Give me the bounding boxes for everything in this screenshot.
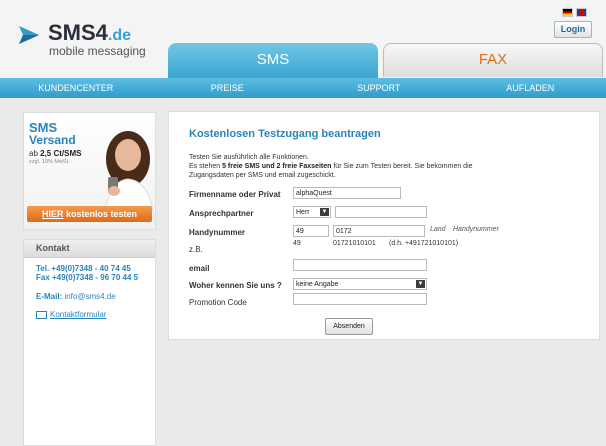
contact-form-link[interactable]: Kontaktformular xyxy=(36,310,106,319)
land-hint: Land xyxy=(430,226,446,233)
sms4-logo-icon xyxy=(17,23,41,47)
example-full: (d.h. +491721010101) xyxy=(389,240,458,247)
promo-title-versand: Versand xyxy=(29,133,76,147)
nav-item-support[interactable]: SUPPORT xyxy=(303,78,455,98)
chevron-down-icon: ▼ xyxy=(320,208,329,216)
nav-item-preise[interactable]: PREISE xyxy=(152,78,304,98)
example-label: z.B. xyxy=(189,245,203,254)
main-nav: KUNDENCENTER PREISE SUPPORT AUFLADEN xyxy=(0,78,606,98)
header: SMS4.de mobile messaging Login SMS FAX xyxy=(0,0,606,78)
contact-person-label: Ansprechpartner xyxy=(189,209,253,218)
language-switcher xyxy=(562,8,587,17)
flag-de-icon[interactable] xyxy=(562,8,573,17)
promo-price: ab 2,5 Ct/SMS xyxy=(29,149,81,158)
promo-vat: zzgl. 19% MwSt. xyxy=(29,159,70,165)
contact-fax: Fax +49(0)7348 - 96 70 44 5 xyxy=(36,273,138,282)
prefix-input[interactable]: 0172 xyxy=(333,225,425,237)
woman-with-phone-image xyxy=(94,119,156,219)
logo-subtitle: mobile messaging xyxy=(49,44,146,58)
intro-text: Testen Sie ausführlich alle Funktionen. … xyxy=(189,153,589,180)
submit-button[interactable]: Absenden xyxy=(325,318,373,335)
example-country-code: 49 xyxy=(293,240,301,247)
tab-sms[interactable]: SMS xyxy=(168,43,378,78)
mobile-hint: Handynummer xyxy=(453,226,499,233)
nav-item-aufladen[interactable]: AUFLADEN xyxy=(455,78,606,98)
company-label: Firmenname oder Privat xyxy=(189,190,281,199)
company-input[interactable]: alphaQuest xyxy=(293,187,401,199)
email-label: email xyxy=(189,264,209,273)
contact-heading: Kontakt xyxy=(24,240,155,258)
promo-code-input[interactable] xyxy=(293,293,427,305)
promo-code-label: Promotion Code xyxy=(189,298,247,307)
source-select[interactable]: keine Angabe▼ xyxy=(293,278,427,290)
logo-text[interactable]: SMS4.de xyxy=(48,20,131,46)
nav-item-kundencenter[interactable]: KUNDENCENTER xyxy=(0,78,152,98)
email-input[interactable] xyxy=(293,259,427,271)
example-number: 01721010101 xyxy=(333,240,376,247)
contact-box: Kontakt Tel. +49(0)7348 - 40 74 45 Fax +… xyxy=(23,239,156,446)
contact-email[interactable]: E-Mail: info@sms4.de xyxy=(36,292,116,301)
salutation-select[interactable]: Herr▼ xyxy=(293,206,331,218)
contact-tel: Tel. +49(0)7348 - 40 74 45 xyxy=(36,264,131,273)
free-test-button[interactable]: HIER kostenlos testen xyxy=(27,206,152,222)
promo-banner[interactable]: SMS Versand ab 2,5 Ct/SMS zzgl. 19% MwSt… xyxy=(23,112,156,230)
registration-panel: Kostenlosen Testzugang beantragen Testen… xyxy=(168,111,600,340)
tab-fax[interactable]: FAX xyxy=(383,43,603,77)
login-button[interactable]: Login xyxy=(554,21,592,38)
source-label: Woher kennen Sie uns ? xyxy=(189,281,282,290)
contact-phone: Tel. +49(0)7348 - 40 74 45 Fax +49(0)734… xyxy=(36,264,138,282)
country-code-input[interactable]: 49 xyxy=(293,225,329,237)
mail-icon xyxy=(36,311,47,319)
mobile-label: Handynummer xyxy=(189,228,245,237)
chevron-down-icon: ▼ xyxy=(416,280,425,288)
contact-person-input[interactable] xyxy=(335,206,427,218)
page-title: Kostenlosen Testzugang beantragen xyxy=(189,128,381,140)
flag-uk-icon[interactable] xyxy=(576,8,587,17)
